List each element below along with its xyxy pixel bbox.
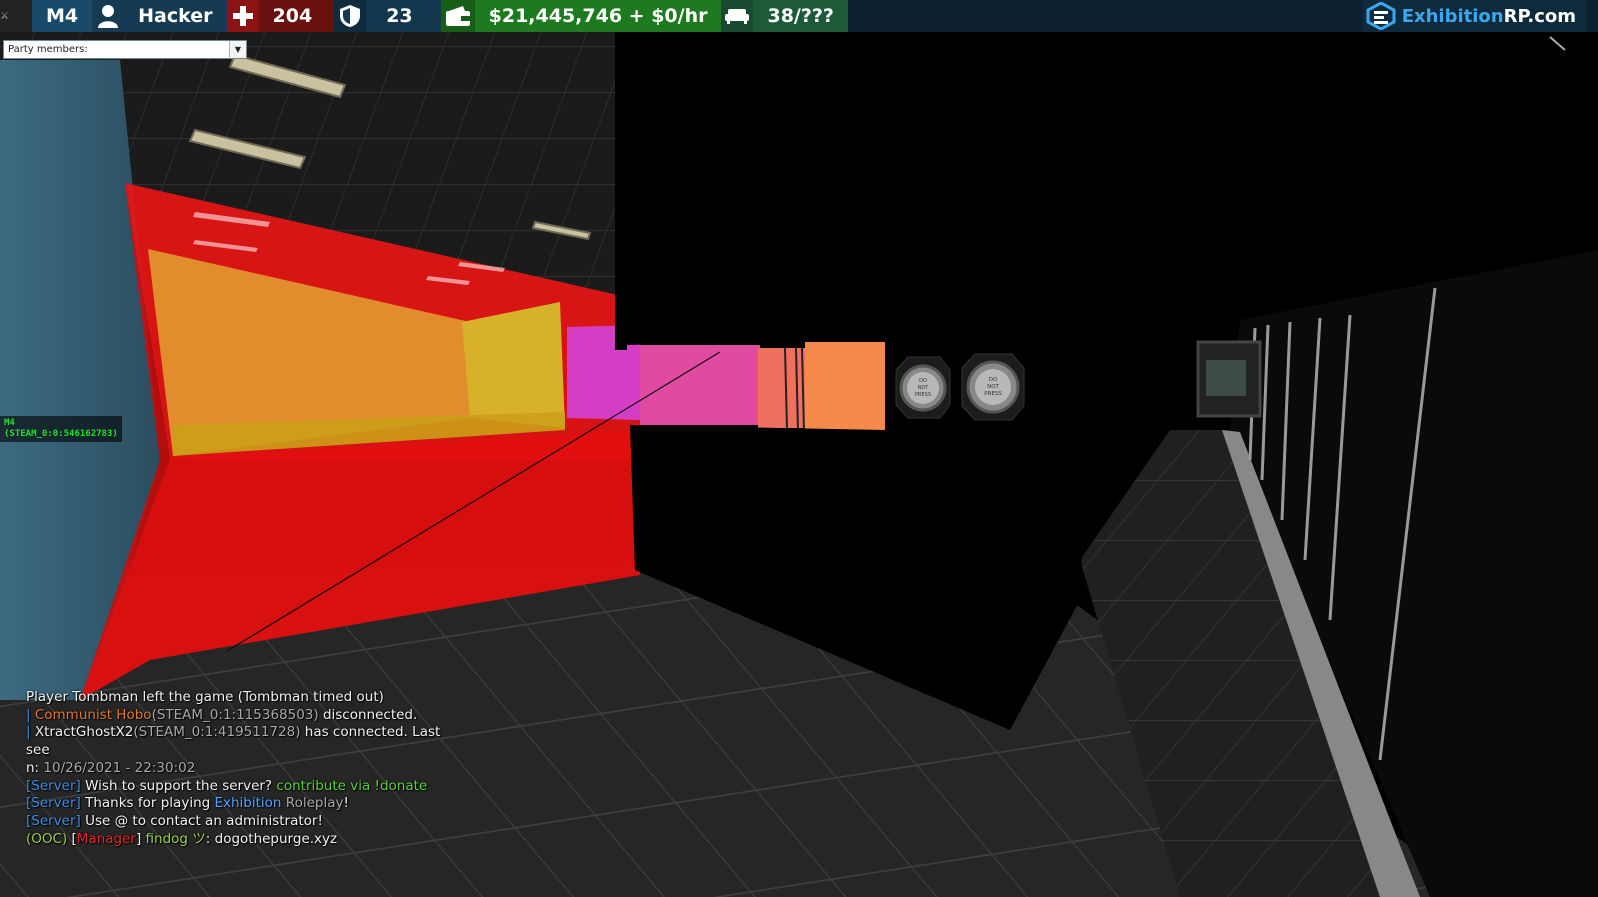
player-name-tag: M4 (STEAM_0:0:546162783) xyxy=(0,416,122,442)
svg-text:NOT: NOT xyxy=(918,385,930,391)
logo-text-suffix: RP.com xyxy=(1503,5,1576,27)
shield-icon xyxy=(334,0,367,32)
chat-line: Player Tombman left the game (Tombman ti… xyxy=(26,689,384,705)
health-display: 204 xyxy=(226,0,335,32)
sofa-icon xyxy=(721,0,754,32)
hud-bar: ⚔ M4 Hacker 204 23 $21,445,746 + $0/hr 3… xyxy=(0,0,1598,32)
armor-value: 23 xyxy=(386,5,413,27)
chat-line: (OOC) [Manager] findog ツ: dogothepurge.x… xyxy=(26,830,338,847)
do-not-press-button-1[interactable]: DO NOT PRESS xyxy=(895,356,951,419)
chat-line: | Communist Hobo(STEAM_0:1:115368503) di… xyxy=(26,706,418,723)
money-value: $21,445,746 + $0/hr xyxy=(488,5,708,27)
svg-text:PRESS: PRESS xyxy=(984,391,1002,397)
party-members-dropdown[interactable]: Party members: ▼ xyxy=(3,40,247,59)
wallet-icon xyxy=(440,0,475,32)
chat-line: [Server] Use @ to contact an administrat… xyxy=(26,812,323,829)
armor-display: 23 xyxy=(334,0,441,32)
job-label: Hacker xyxy=(138,5,213,27)
money-display: $21,445,746 + $0/hr xyxy=(440,0,722,32)
button-label: DO xyxy=(919,378,927,384)
weapon-label: M4 xyxy=(46,5,79,27)
user-icon xyxy=(92,0,124,32)
svg-text:DO: DO xyxy=(989,377,998,383)
health-value: 204 xyxy=(272,5,313,27)
chat-player-name: XtractGhostX2 xyxy=(34,724,134,741)
svg-text:NOT: NOT xyxy=(987,384,999,390)
chat-rank: Manager xyxy=(76,830,136,847)
chat-line: [Server] Thanks for playing Exhibition R… xyxy=(26,795,349,812)
health-cross-icon xyxy=(226,0,259,32)
player-steam-id: (STEAM_0:0:546162783) xyxy=(4,429,118,439)
chat-line: n: 10/26/2021 - 22:30:02 xyxy=(26,759,196,776)
chat-log: Player Tombman left the game (Tombman ti… xyxy=(26,689,446,848)
seats-value: 38/??? xyxy=(767,5,834,27)
job-display: Hacker xyxy=(92,0,227,32)
chat-player-name: findog ツ xyxy=(145,830,206,847)
chevron-down-icon[interactable]: ▼ xyxy=(229,41,246,58)
party-members-label: Party members: xyxy=(8,44,88,55)
seats-display: 38/??? xyxy=(721,0,848,32)
server-logo: Exhibition RP.com xyxy=(1361,0,1586,32)
weapon-display: M4 xyxy=(32,0,93,32)
chat-player-name: Communist Hobo xyxy=(34,706,152,723)
do-not-press-button-2[interactable]: DO NOT PRESS xyxy=(961,353,1025,421)
exhibition-logo-icon xyxy=(1366,2,1396,30)
chat-link[interactable]: contribute via !donate xyxy=(276,778,427,794)
logo-text-main: Exhibition xyxy=(1401,5,1504,27)
svg-text:PRESS: PRESS xyxy=(915,392,931,398)
chat-line: | XtractGhostX2(STEAM_0:1:419511728) has… xyxy=(26,724,441,759)
chat-line: [Server] Wish to support the server? con… xyxy=(26,777,428,794)
player-name: M4 xyxy=(4,418,15,428)
avatar: ⚔ xyxy=(0,0,32,32)
